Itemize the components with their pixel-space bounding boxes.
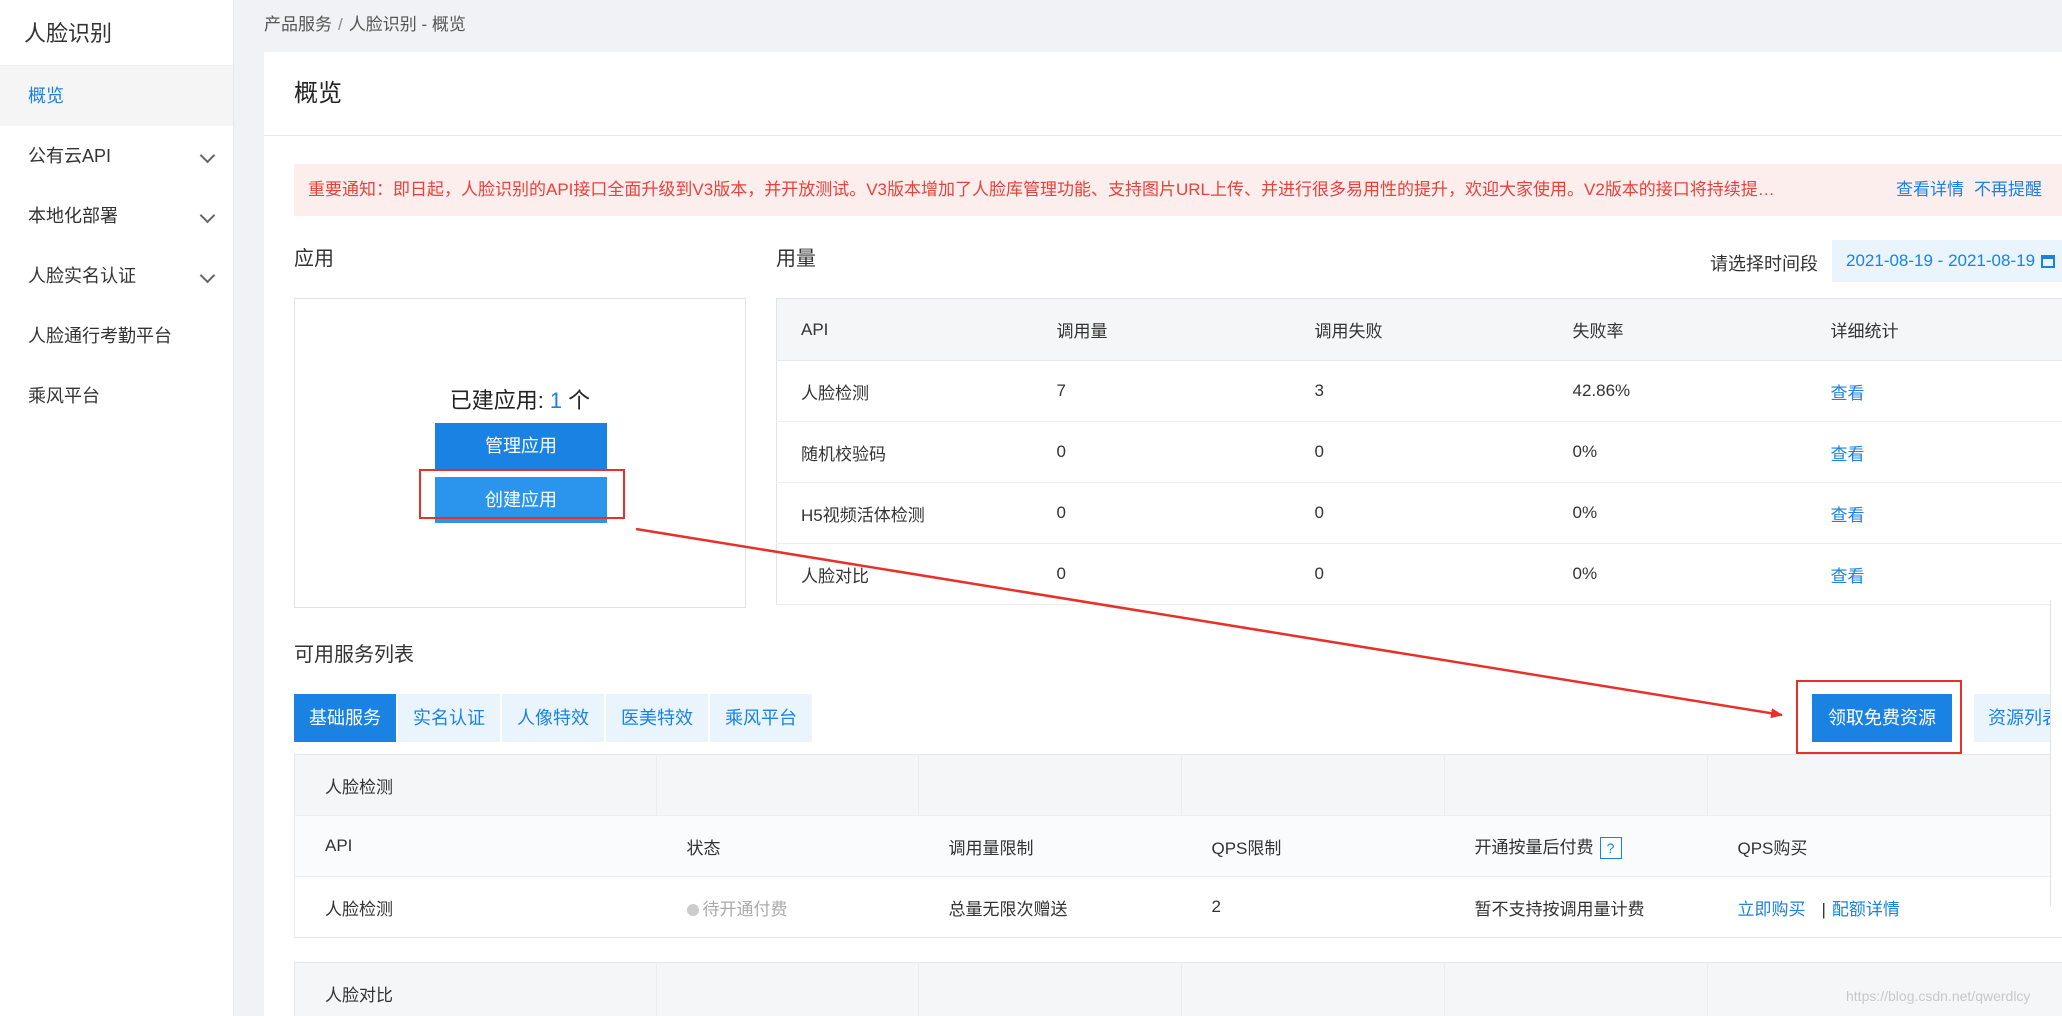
annotation-arrow [635, 527, 1783, 719]
watermark: https://blog.csdn.net/qwerdlcy [1846, 988, 2031, 1004]
annotation-arrow-line [635, 527, 1783, 719]
